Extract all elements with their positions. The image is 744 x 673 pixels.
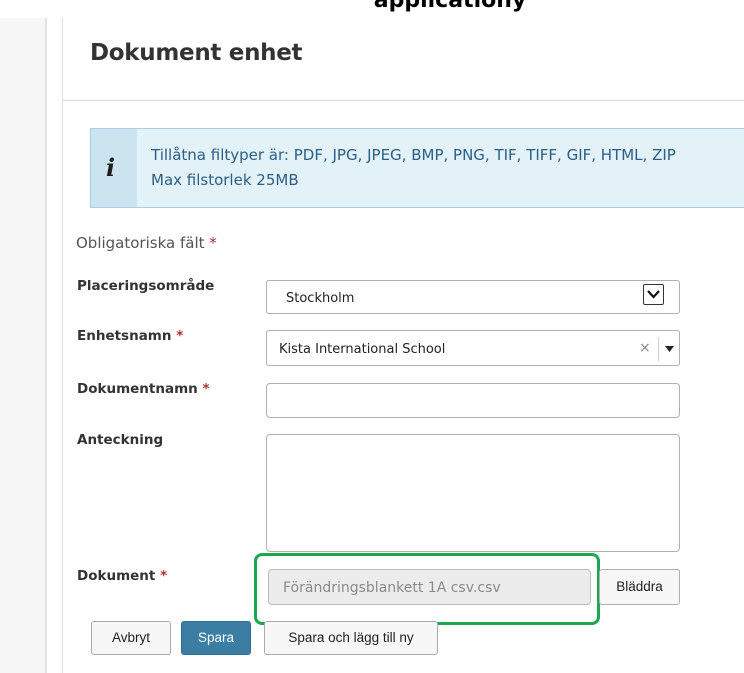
required-asterisk: * xyxy=(209,234,217,252)
required-fields-note: Obligatoriska fält * xyxy=(76,234,217,252)
document-name-input[interactable] xyxy=(266,383,680,418)
info-icon-cell: i xyxy=(91,129,137,207)
cropped-caption: applicationy xyxy=(330,0,570,12)
required-asterisk: * xyxy=(176,328,184,344)
document-file-input[interactable]: Förändringsblankett 1A csv.csv xyxy=(268,569,591,605)
save-and-add-new-button[interactable]: Spara och lägg till ny xyxy=(264,621,438,655)
unit-combobox[interactable]: Kista International School × xyxy=(266,330,680,366)
unit-value: Kista International School xyxy=(279,342,446,357)
info-allowed-filetypes: Tillåtna filtyper är: PDF, JPG, JPEG, BM… xyxy=(151,146,676,164)
unit-label-text: Enhetsnamn xyxy=(77,328,172,344)
document-name-label-text: Dokumentnamn xyxy=(77,381,198,397)
required-note-text: Obligatoriska fält xyxy=(76,234,205,252)
note-label: Anteckning xyxy=(77,432,164,448)
required-asterisk: * xyxy=(160,568,168,584)
cancel-button[interactable]: Avbryt xyxy=(91,621,171,655)
caret-down-icon[interactable] xyxy=(665,346,674,352)
clear-icon[interactable]: × xyxy=(639,340,651,356)
placement-select[interactable]: Stockholm xyxy=(266,280,680,314)
title-divider xyxy=(63,100,744,101)
left-rail xyxy=(0,18,47,673)
save-button[interactable]: Spara xyxy=(181,621,251,655)
rail-divider xyxy=(62,18,63,673)
document-label: Dokument * xyxy=(77,568,167,584)
placement-value: Stockholm xyxy=(286,291,355,306)
required-asterisk: * xyxy=(202,381,210,397)
combo-separator xyxy=(658,337,659,361)
info-icon: i xyxy=(106,153,116,182)
browse-button[interactable]: Bläddra xyxy=(599,569,680,605)
document-label-text: Dokument xyxy=(77,568,156,584)
note-textarea[interactable] xyxy=(266,434,680,552)
placement-label: Placeringsområde xyxy=(77,278,215,294)
info-alert: i Tillåtna filtyper är: PDF, JPG, JPEG, … xyxy=(90,128,744,208)
chevron-down-icon[interactable] xyxy=(643,284,664,305)
document-file-value: Förändringsblankett 1A csv.csv xyxy=(283,580,501,596)
document-name-label: Dokumentnamn * xyxy=(77,381,210,397)
info-max-filesize: Max filstorlek 25MB xyxy=(151,171,299,189)
page-title: Dokument enhet xyxy=(90,40,303,66)
unit-label: Enhetsnamn * xyxy=(77,328,183,344)
